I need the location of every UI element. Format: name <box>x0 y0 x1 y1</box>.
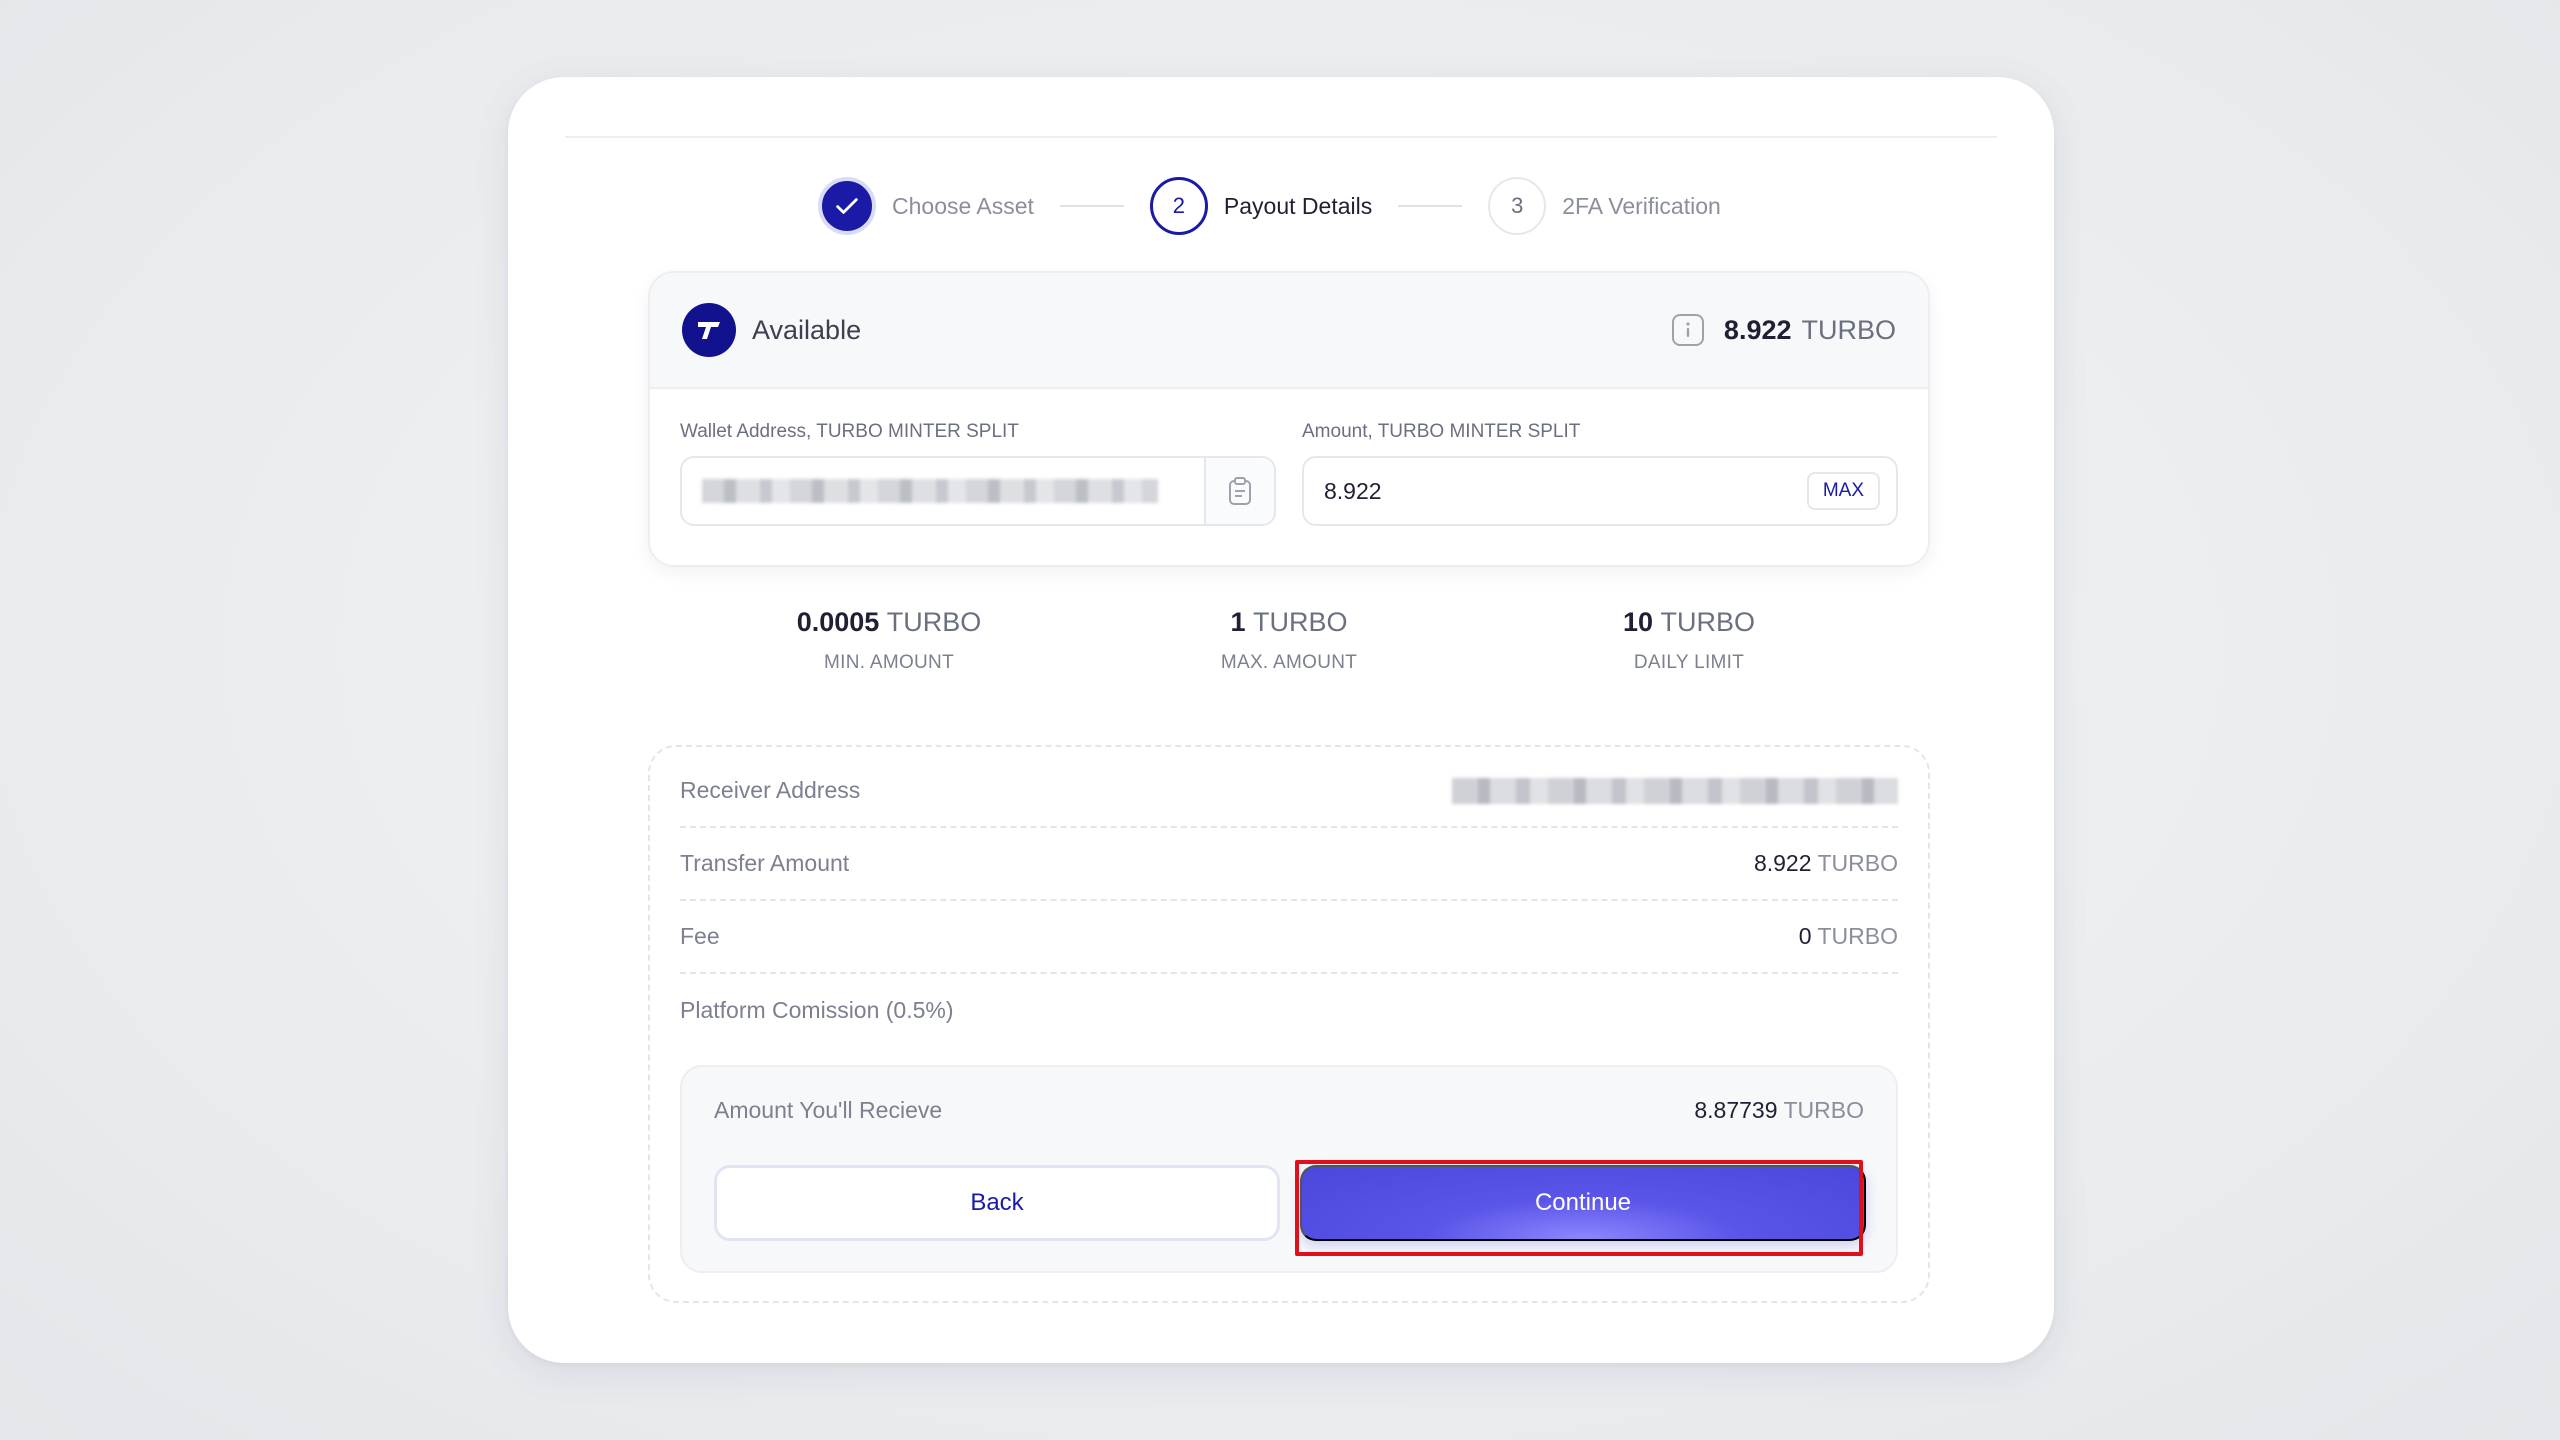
fee-label: Fee <box>680 923 720 949</box>
receive-label: Amount You'll Recieve <box>714 1097 943 1123</box>
step-label: Payout Details <box>1223 192 1373 219</box>
transfer-label: Transfer Amount <box>680 850 850 876</box>
continue-button[interactable]: Continue <box>1300 1165 1866 1241</box>
step-number: 2 <box>1149 177 1208 235</box>
step-payout-details: 2 Payout Details <box>1149 177 1373 235</box>
receive-value: 8.87739 TURBO <box>1694 1097 1864 1123</box>
transfer-row: Transfer Amount 8.922 TURBO <box>680 828 1898 901</box>
info-icon[interactable] <box>1671 314 1704 346</box>
receive-row: Amount You'll Recieve 8.87739 TURBO <box>714 1097 1864 1124</box>
commission-row: Platform Comission (0.5%) <box>680 974 1898 1047</box>
available-label: Available <box>752 314 862 345</box>
step-connector <box>1059 205 1124 207</box>
step-label: Choose Asset <box>892 192 1034 219</box>
available-balance: 8.922 TURBO <box>1671 314 1897 346</box>
payout-fields: Wallet Address, TURBO MINTER SPLIT Amoun… <box>680 421 1898 526</box>
available-header: Available 8.922 TURBO <box>650 273 1928 389</box>
step-2fa-verification: 3 2FA Verification <box>1488 177 1721 235</box>
wallet-field: Wallet Address, TURBO MINTER SPLIT <box>680 421 1276 526</box>
amount-label: Amount, TURBO MINTER SPLIT <box>1302 421 1581 442</box>
divider <box>565 136 1997 138</box>
turbo-logo-icon <box>682 303 736 357</box>
available-value: 8.922 <box>1723 314 1792 345</box>
limits: 0.0005 TURBO MIN. AMOUNT 1 TURBO MAX. AM… <box>508 607 2054 687</box>
fee-row: Fee 0 TURBO <box>680 901 1898 974</box>
receiver-label: Receiver Address <box>680 777 861 803</box>
commission-label: Platform Comission (0.5%) <box>680 997 954 1023</box>
receiver-address-redacted <box>1452 777 1898 804</box>
limit-value: 1 TURBO <box>1230 607 1348 637</box>
limit-caption: MIN. AMOUNT <box>824 652 954 673</box>
amount-input[interactable] <box>1304 477 1807 505</box>
stepper: Choose Asset 2 Payout Details 3 2FA Veri… <box>818 176 1721 236</box>
daily-limit: 10 TURBO DAILY LIMIT <box>1539 607 1839 674</box>
limit-value: 10 TURBO <box>1622 607 1756 637</box>
clipboard-icon <box>1229 477 1251 505</box>
limit-value: 0.0005 TURBO <box>796 607 982 637</box>
payout-card: Choose Asset 2 Payout Details 3 2FA Veri… <box>508 77 2054 1363</box>
max-button[interactable]: MAX <box>1806 472 1880 510</box>
step-number: 3 <box>1488 177 1547 235</box>
available-panel: Available 8.922 TURBO Wallet Address, TU… <box>648 271 1930 567</box>
back-button[interactable]: Back <box>714 1165 1280 1241</box>
wallet-address-input[interactable] <box>680 456 1276 526</box>
limit-caption: MAX. AMOUNT <box>1220 652 1358 673</box>
min-amount: 0.0005 TURBO MIN. AMOUNT <box>739 607 1039 674</box>
limit-caption: DAILY LIMIT <box>1633 652 1745 673</box>
step-connector <box>1398 205 1463 207</box>
amount-input-wrap: MAX <box>1302 456 1898 526</box>
available-unit: TURBO <box>1801 314 1897 345</box>
wallet-label: Wallet Address, TURBO MINTER SPLIT <box>680 421 1019 442</box>
max-amount: 1 TURBO MAX. AMOUNT <box>1139 607 1439 674</box>
transfer-summary: Receiver Address Transfer Amount 8.922 TU… <box>648 745 1930 1303</box>
step-label: 2FA Verification <box>1562 192 1721 219</box>
receive-box: Amount You'll Recieve 8.87739 TURBO Back … <box>680 1065 1898 1273</box>
step-choose-asset[interactable]: Choose Asset <box>818 177 1034 235</box>
amount-field: Amount, TURBO MINTER SPLIT MAX <box>1302 421 1898 526</box>
wallet-address-redacted <box>702 479 1158 503</box>
receiver-row: Receiver Address <box>680 755 1898 828</box>
check-icon <box>818 177 876 235</box>
paste-button[interactable] <box>1204 458 1274 524</box>
fee-value: 0 TURBO <box>1798 923 1898 949</box>
transfer-value: 8.922 TURBO <box>1753 850 1898 876</box>
